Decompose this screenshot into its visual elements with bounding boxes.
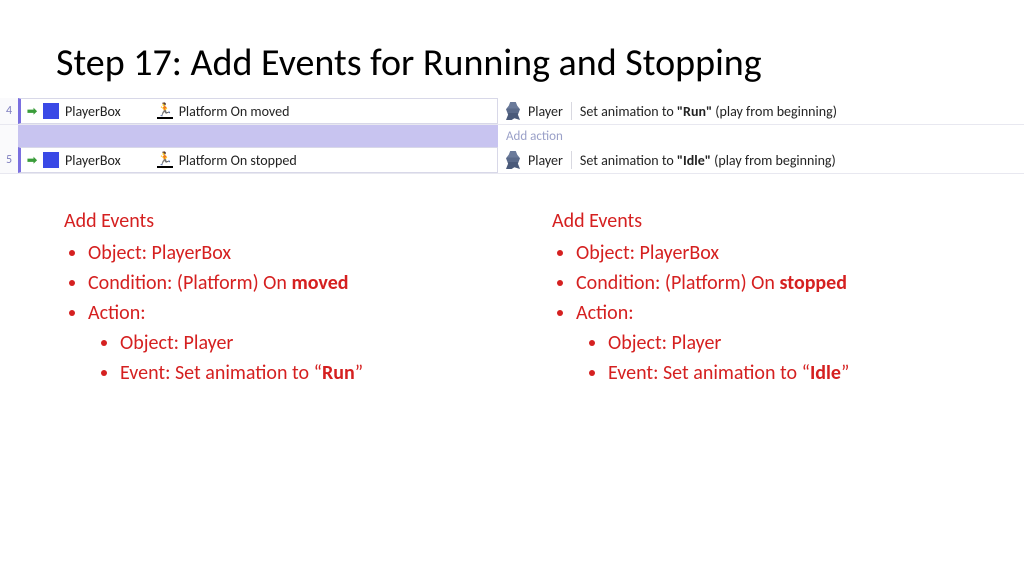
row-number: 5 [0, 147, 18, 173]
player-sprite-icon [506, 151, 520, 169]
arrow-right-icon: ➡ [25, 104, 39, 118]
condition-block[interactable]: ➡ PlayerBox 🏃 Platform On stopped [18, 147, 498, 173]
row-number: 4 [0, 98, 18, 124]
separator [571, 151, 572, 169]
action-text: Set animation to "Run" (play from beginn… [580, 103, 837, 120]
note-column-left: Add Events Object: PlayerBox Condition: … [64, 206, 472, 388]
event-row[interactable]: 4 ➡ PlayerBox 🏃 Platform On moved Player… [0, 98, 1024, 125]
playerbox-icon [43, 152, 59, 168]
note-item: Object: PlayerBox [576, 238, 960, 268]
page-title: Step 17: Add Events for Running and Stop… [56, 40, 968, 86]
player-sprite-icon [506, 102, 520, 120]
condition-block[interactable]: ➡ PlayerBox 🏃 Platform On moved [18, 98, 498, 124]
instruction-notes: Add Events Object: PlayerBox Condition: … [56, 206, 968, 388]
add-action-row: Add action [0, 125, 1024, 147]
platform-runner-icon: 🏃 [157, 152, 173, 168]
action-object: Player [528, 152, 563, 169]
condition-text: Platform On stopped [179, 152, 297, 169]
note-subitem: Object: Player [608, 328, 960, 358]
platform-runner-icon: 🏃 [157, 103, 173, 119]
events-table: 4 ➡ PlayerBox 🏃 Platform On moved Player… [0, 98, 1024, 174]
condition-object: PlayerBox [65, 152, 121, 169]
arrow-right-icon: ➡ [25, 153, 39, 167]
note-item: Action: Object: Player Event: Set animat… [88, 298, 472, 388]
playerbox-icon [43, 103, 59, 119]
action-text: Set animation to "Idle" (play from begin… [580, 152, 836, 169]
note-column-right: Add Events Object: PlayerBox Condition: … [552, 206, 960, 388]
note-item: Object: PlayerBox [88, 238, 472, 268]
separator [571, 102, 572, 120]
note-item: Action: Object: Player Event: Set animat… [576, 298, 960, 388]
condition-object: PlayerBox [65, 103, 121, 120]
note-item: Condition: (Platform) On moved [88, 268, 472, 298]
note-item: Condition: (Platform) On stopped [576, 268, 960, 298]
condition-text: Platform On moved [179, 103, 290, 120]
note-subitem: Event: Set animation to “Run” [120, 358, 472, 388]
note-subitem: Event: Set animation to “Idle” [608, 358, 960, 388]
selection-highlight [18, 125, 498, 147]
action-object: Player [528, 103, 563, 120]
add-action-link[interactable]: Add action [498, 125, 1024, 147]
event-row[interactable]: 5 ➡ PlayerBox 🏃 Platform On stopped Play… [0, 147, 1024, 174]
note-title: Add Events [64, 206, 472, 236]
action-block[interactable]: Player Set animation to "Idle" (play fro… [498, 147, 1024, 173]
action-block[interactable]: Player Set animation to "Run" (play from… [498, 98, 1024, 124]
note-subitem: Object: Player [120, 328, 472, 358]
note-title: Add Events [552, 206, 960, 236]
